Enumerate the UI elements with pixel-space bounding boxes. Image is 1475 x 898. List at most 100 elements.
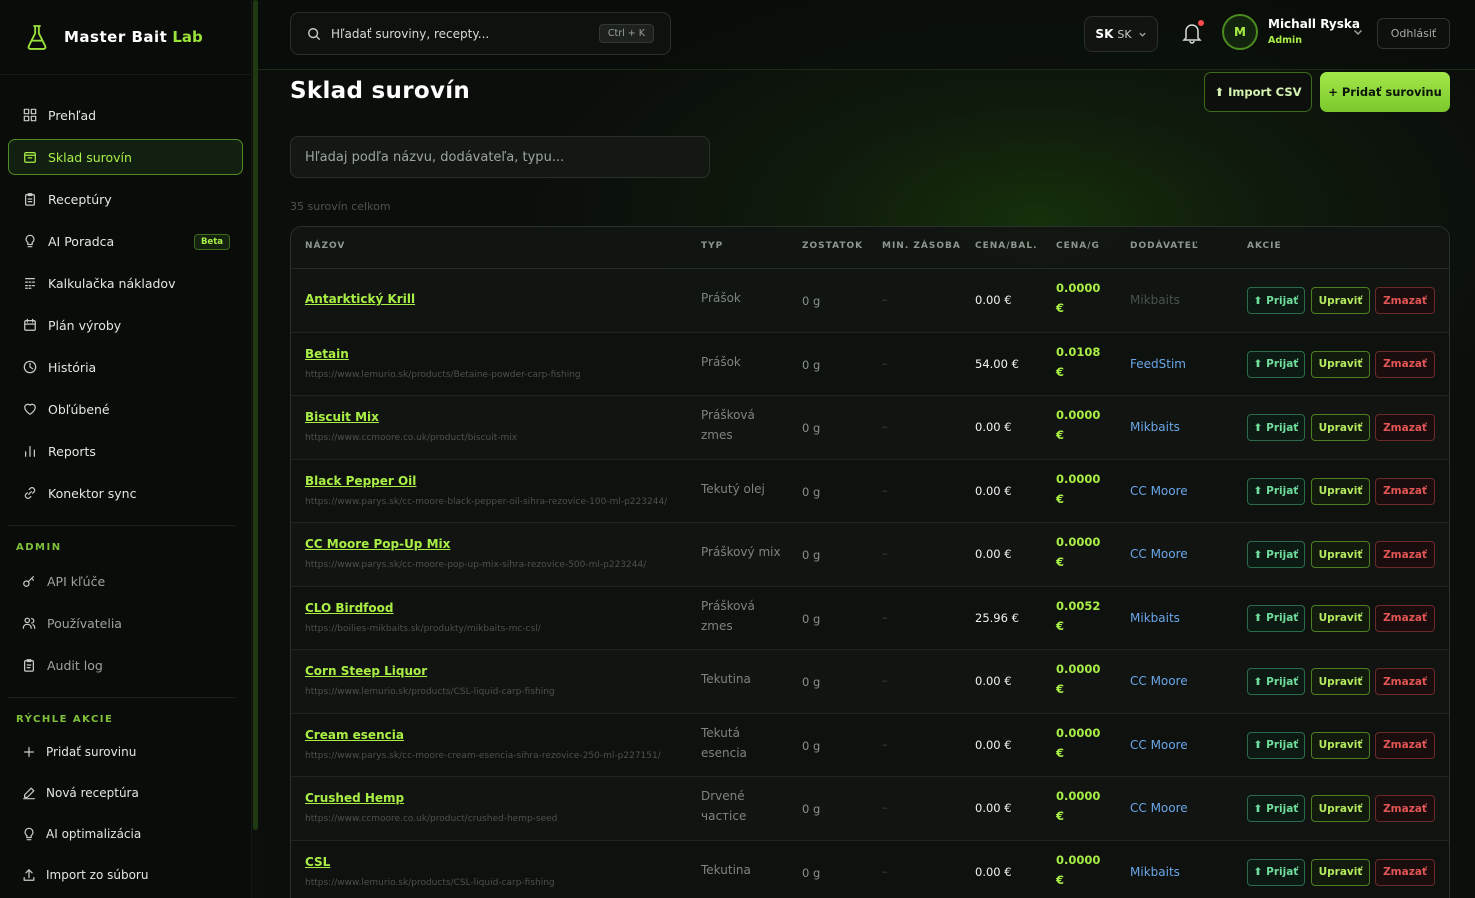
receive-button[interactable]: ⬆ Prijať xyxy=(1247,350,1305,378)
sidebar-item-sklad-surovin[interactable]: Sklad surovín xyxy=(8,139,243,175)
col-type[interactable]: TYP xyxy=(701,241,723,251)
receive-button[interactable]: ⬆ Prijať xyxy=(1247,541,1305,568)
sidebar-item-kalkulacka-nakladov[interactable]: Kalkulačka nákladov xyxy=(8,265,243,301)
ingredient-url[interactable]: https://www.ccmoore.co.uk/product/crushe… xyxy=(305,814,557,824)
col-price-g[interactable]: CENA/G xyxy=(1056,241,1100,251)
ingredient-url[interactable]: https://www.lemurio.sk/products/CSL-liqu… xyxy=(305,878,555,888)
admin-item-api-kluce[interactable]: API kľúče xyxy=(8,563,243,599)
ingredient-name-link[interactable]: CLO Birdfood xyxy=(305,601,393,615)
global-search[interactable]: Hľadať suroviny, recepty... Ctrl + K xyxy=(290,12,671,55)
import-csv-button[interactable]: ⬆ Import CSV xyxy=(1204,72,1312,112)
ingredient-url[interactable]: https://www.ccmoore.co.uk/product/biscui… xyxy=(305,433,517,443)
supplier-link[interactable]: Mikbaits xyxy=(1130,293,1180,307)
quick-action-ai-optimalizacia[interactable]: AI optimalizácia xyxy=(8,816,243,852)
supplier-link[interactable]: CC Moore xyxy=(1130,801,1188,815)
ingredient-name-link[interactable]: Corn Steep Liquor xyxy=(305,664,427,678)
sidebar-item-ai-poradca[interactable]: AI Poradca Beta xyxy=(8,223,243,259)
search-icon xyxy=(308,27,321,40)
supplier-link[interactable]: CC Moore xyxy=(1130,547,1188,561)
ingredient-url[interactable]: https://www.parys.sk/cc-moore-cream-esen… xyxy=(305,751,661,761)
ingredient-url[interactable]: https://www.parys.sk/cc-moore-black-pepp… xyxy=(305,497,667,507)
total-count: 35 surovín celkom xyxy=(290,200,391,213)
sidebar-item-reports[interactable]: Reports xyxy=(8,433,243,469)
language-select[interactable]: SK SK xyxy=(1084,16,1158,52)
edit-button[interactable]: Upraviť xyxy=(1311,287,1370,314)
receive-button[interactable]: ⬆ Prijať xyxy=(1247,414,1305,441)
delete-button[interactable]: Zmazať xyxy=(1375,604,1435,632)
sidebar-item-oblubene[interactable]: Obľúbené xyxy=(8,391,243,427)
admin-item-pouzivatelia[interactable]: Používatelia xyxy=(8,605,243,641)
edit-button[interactable]: Upraviť xyxy=(1311,795,1370,822)
receive-button[interactable]: ⬆ Prijať xyxy=(1247,477,1305,505)
sidebar-item-label: Konektor sync xyxy=(48,485,137,501)
supplier-link[interactable]: CC Moore xyxy=(1130,484,1188,498)
receive-button[interactable]: ⬆ Prijať xyxy=(1247,795,1305,822)
ingredient-name-link[interactable]: Biscuit Mix xyxy=(305,410,379,424)
user-name[interactable]: Michall Ryska xyxy=(1268,17,1360,31)
col-supplier[interactable]: DODÁVATEĽ xyxy=(1130,241,1199,251)
delete-button[interactable]: Zmazať xyxy=(1375,414,1435,441)
delete-button[interactable]: Zmazať xyxy=(1375,858,1435,886)
ingredient-url[interactable]: https://boilies-mikbaits.sk/produkty/mik… xyxy=(305,624,541,634)
delete-button[interactable]: Zmazať xyxy=(1375,668,1435,695)
receive-button[interactable]: ⬆ Prijať xyxy=(1247,858,1305,886)
quick-action-nova-receptura[interactable]: Nová receptúra xyxy=(8,775,243,811)
sidebar-item-prehlad[interactable]: Prehľad xyxy=(8,97,243,133)
supplier-link[interactable]: Mikbaits xyxy=(1130,611,1180,625)
ingredient-name-link[interactable]: Betain xyxy=(305,347,349,361)
ingredient-url[interactable]: https://www.parys.sk/cc-moore-pop-up-mix… xyxy=(305,560,646,570)
edit-button[interactable]: Upraviť xyxy=(1311,414,1370,441)
avatar[interactable]: M xyxy=(1222,14,1258,50)
quick-action-pridat-surovinu[interactable]: Pridať surovinu xyxy=(8,734,243,770)
calculator-icon xyxy=(25,278,35,289)
ingredient-name-link[interactable]: CC Moore Pop-Up Mix xyxy=(305,537,450,551)
chevron-down-icon[interactable] xyxy=(1352,26,1364,38)
sidebar-item-receptury[interactable]: Receptúry xyxy=(8,181,243,217)
edit-button[interactable]: Upraviť xyxy=(1311,477,1370,505)
ingredient-url[interactable]: https://www.lemurio.sk/products/CSL-liqu… xyxy=(305,687,555,697)
delete-button[interactable]: Zmazať xyxy=(1375,477,1435,505)
admin-item-audit-log[interactable]: Audit log xyxy=(8,647,243,683)
sidebar-item-plan-vyroby[interactable]: Plán výroby xyxy=(8,307,243,343)
receive-button[interactable]: ⬆ Prijať xyxy=(1247,668,1305,695)
logout-button[interactable]: Odhlásiť xyxy=(1377,18,1450,49)
ingredient-url[interactable]: https://www.lemurio.sk/products/Betaine-… xyxy=(305,370,581,380)
col-price-pack[interactable]: CENA/BAL. xyxy=(975,241,1038,251)
delete-button[interactable]: Zmazať xyxy=(1375,541,1435,568)
ingredient-name-link[interactable]: CSL xyxy=(305,855,330,869)
ingredient-name-link[interactable]: Black Pepper Oil xyxy=(305,474,416,488)
edit-button[interactable]: Upraviť xyxy=(1311,858,1370,886)
brand[interactable]: Master Bait Lab xyxy=(0,0,251,75)
receive-button[interactable]: ⬆ Prijať xyxy=(1247,604,1305,632)
supplier-link[interactable]: Mikbaits xyxy=(1130,420,1180,434)
edit-button[interactable]: Upraviť xyxy=(1311,604,1370,632)
ingredient-type: Prášok xyxy=(701,354,741,369)
add-ingredient-button[interactable]: + Pridať surovinu xyxy=(1320,72,1450,112)
delete-button[interactable]: Zmazať xyxy=(1375,731,1435,759)
sidebar-item-konektor-sync[interactable]: Konektor sync xyxy=(8,475,243,511)
ingredient-name-link[interactable]: Crushed Hemp xyxy=(305,791,404,805)
beta-badge: Beta xyxy=(193,234,230,250)
ingredient-name-link[interactable]: Cream esencia xyxy=(305,728,404,742)
supplier-link[interactable]: FeedStim xyxy=(1130,357,1186,371)
delete-button[interactable]: Zmazať xyxy=(1375,795,1435,822)
ingredient-name-link[interactable]: Antarktický Krill xyxy=(305,292,415,306)
supplier-link[interactable]: Mikbaits xyxy=(1130,865,1180,879)
edit-button[interactable]: Upraviť xyxy=(1311,541,1370,568)
edit-button[interactable]: Upraviť xyxy=(1311,350,1370,378)
edit-button[interactable]: Upraviť xyxy=(1311,668,1370,695)
sidebar-item-label: Kalkulačka nákladov xyxy=(48,275,176,291)
sidebar-item-historia[interactable]: História xyxy=(8,349,243,385)
col-stock[interactable]: ZOSTATOK xyxy=(802,241,863,251)
supplier-link[interactable]: CC Moore xyxy=(1130,738,1188,752)
quick-action-import-zo-suboru[interactable]: Import zo súboru xyxy=(8,857,243,893)
delete-button[interactable]: Zmazať xyxy=(1375,287,1435,314)
receive-button[interactable]: ⬆ Prijať xyxy=(1247,287,1305,314)
delete-button[interactable]: Zmazať xyxy=(1375,350,1435,378)
receive-button[interactable]: ⬆ Prijať xyxy=(1247,731,1305,759)
supplier-link[interactable]: CC Moore xyxy=(1130,674,1188,688)
filter-input[interactable]: Hľadaj podľa názvu, dodávateľa, typu... xyxy=(290,136,710,178)
col-min-stock[interactable]: MIN. ZÁSOBA xyxy=(882,241,961,251)
col-name[interactable]: NÁZOV xyxy=(305,241,345,251)
edit-button[interactable]: Upraviť xyxy=(1311,731,1370,759)
